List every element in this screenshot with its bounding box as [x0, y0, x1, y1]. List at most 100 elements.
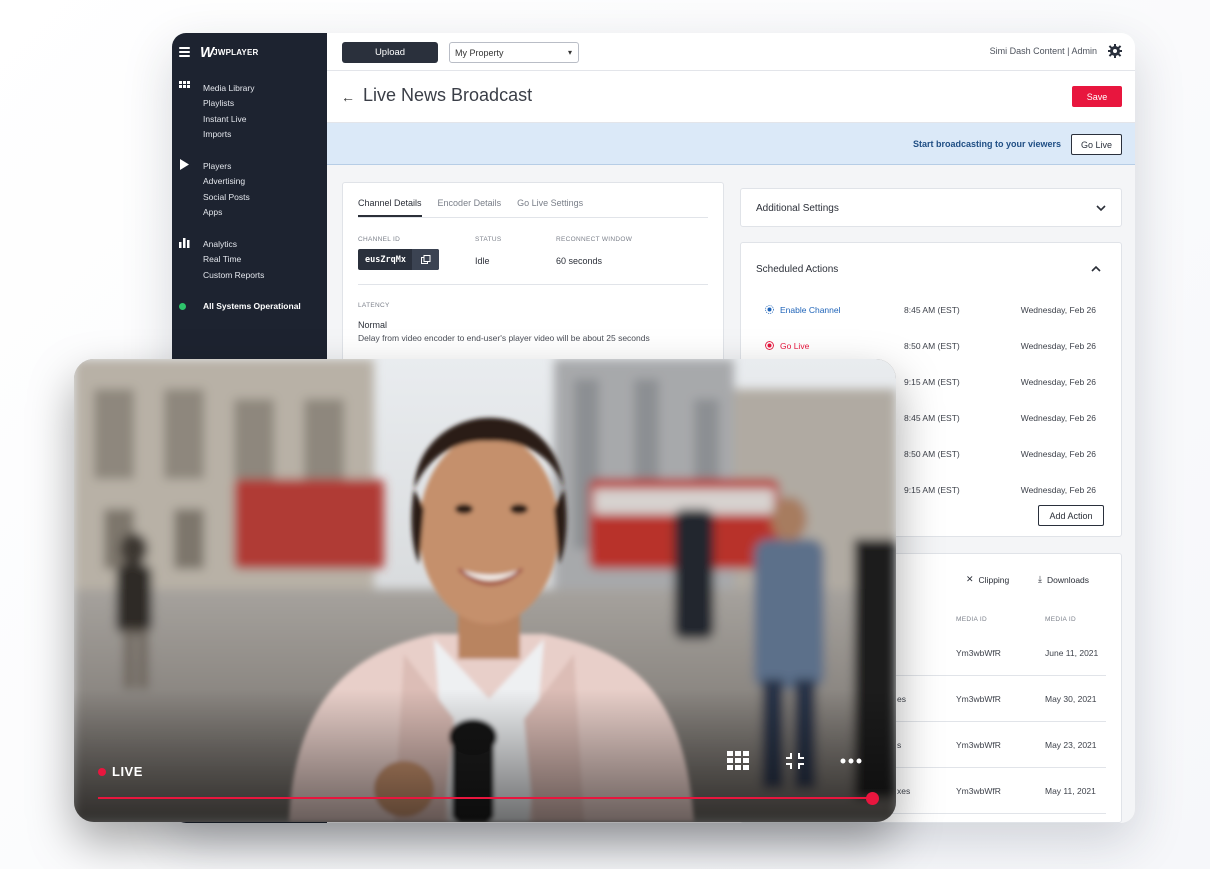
latency-label: LATENCY — [358, 302, 390, 309]
channel-id-value: eusZrqMx — [365, 254, 406, 265]
reconnect-value: 60 seconds — [556, 256, 603, 266]
action-date: Wednesday, Feb 26 — [1020, 305, 1096, 315]
live-badge: LIVE — [98, 764, 143, 779]
back-arrow-icon[interactable]: ← — [341, 89, 355, 105]
additional-settings-card[interactable]: Additional Settings — [740, 188, 1122, 227]
sidebar-item-social-posts[interactable]: Social Posts — [203, 192, 250, 202]
channel-id-label: CHANNEL ID — [358, 236, 401, 243]
divider — [358, 284, 708, 285]
sidebar-item-custom-reports[interactable]: Custom Reports — [203, 270, 264, 280]
cell-title: es — [897, 694, 906, 704]
play-icon — [180, 159, 189, 170]
live-dot-icon — [98, 767, 106, 776]
banner-text: Start broadcasting to your viewers — [912, 139, 1061, 149]
title-bar: ← Live News Broadcast Save — [327, 71, 1135, 123]
action-name: Enable Channel — [780, 305, 841, 315]
channel-tabs: Channel Details Encoder Details Go Live … — [358, 198, 583, 217]
sidebar-item-media-library[interactable]: Media Library — [203, 83, 255, 93]
tab-channel-details[interactable]: Channel Details — [358, 198, 422, 217]
top-bar: Upload My Property ▾ Simi Dash Content |… — [327, 33, 1135, 71]
reconnect-label: RECONNECT WINDOW — [556, 236, 633, 243]
copy-icon — [420, 254, 430, 264]
progress-bar[interactable] — [98, 792, 879, 805]
download-icon: ⤓ — [1038, 574, 1042, 584]
cell-date: June 11, 2021 — [1045, 648, 1099, 658]
copy-button[interactable] — [412, 249, 439, 270]
latency-value: Normal — [358, 320, 388, 330]
cell-media-id: Ym3wbWfR — [956, 740, 1001, 750]
jwplayer-logo[interactable]: W JWPLAYER — [200, 44, 259, 61]
action-time: 8:45 AM (EST) — [904, 413, 960, 423]
column-header-media-id: MEDIA ID — [956, 616, 987, 623]
gear-icon[interactable] — [1108, 44, 1122, 58]
status-value: Idle — [475, 256, 490, 266]
tab-encoder-details[interactable]: Encoder Details — [438, 198, 502, 217]
action-date: Wednesday, Feb 26 — [1020, 377, 1096, 387]
save-button[interactable]: Save — [1072, 86, 1122, 107]
action-time: 8:50 AM (EST) — [904, 341, 960, 351]
tabs-divider — [358, 217, 708, 218]
column-header-media-id-2: MEDIA ID — [1045, 616, 1076, 623]
go-live-icon — [765, 341, 774, 350]
go-live-banner: Start broadcasting to your viewers Go Li… — [327, 123, 1135, 165]
chevron-up-icon[interactable] — [1091, 265, 1101, 273]
scissors-icon: ✕ — [966, 574, 974, 584]
action-name: Go Live — [780, 341, 810, 351]
chevron-down-icon[interactable] — [1096, 204, 1106, 212]
go-live-button[interactable]: Go Live — [1071, 134, 1122, 155]
bar-chart-icon — [179, 238, 190, 248]
video-frame-image — [74, 359, 896, 822]
grid-view-icon[interactable] — [726, 750, 752, 772]
system-status[interactable]: All Systems Operational — [203, 301, 301, 311]
status-dot-icon — [179, 303, 186, 310]
cell-title: s — [897, 740, 902, 750]
cell-date: May 23, 2021 — [1045, 740, 1097, 750]
sidebar-item-instant-live[interactable]: Instant Live — [203, 114, 246, 124]
progress-knob[interactable] — [866, 792, 879, 805]
action-date: Wednesday, Feb 26 — [1020, 413, 1096, 423]
property-select-value: My Property — [455, 47, 504, 58]
enable-channel-icon — [765, 305, 774, 314]
sidebar-item-imports[interactable]: Imports — [203, 129, 231, 139]
grid-icon — [179, 81, 190, 88]
add-action-button[interactable]: Add Action — [1038, 505, 1104, 526]
action-time: 9:15 AM (EST) — [904, 485, 960, 495]
progress-fill — [98, 797, 872, 799]
cell-date: May 30, 2021 — [1045, 694, 1097, 704]
cell-date: May 11, 2021 — [1045, 786, 1096, 796]
cell-title: xes — [897, 786, 911, 796]
channel-details-card: Channel Details Encoder Details Go Live … — [342, 182, 724, 382]
scheduled-action-row[interactable]: Enable Channel 8:45 AM (EST) Wednesday, … — [756, 292, 1106, 328]
stage: W JWPLAYER Media Library Playlists Insta… — [0, 0, 1210, 869]
live-label: LIVE — [112, 764, 143, 779]
exit-fullscreen-icon[interactable] — [782, 750, 808, 772]
property-select[interactable]: My Property ▾ — [449, 42, 579, 63]
channel-id-badge: eusZrqMx — [358, 249, 439, 270]
sidebar-header: W JWPLAYER — [172, 33, 327, 71]
logo-word: JWPLAYER — [213, 47, 259, 57]
sidebar-item-apps[interactable]: Apps — [203, 207, 222, 217]
clipping-label: Clipping — [978, 574, 1010, 585]
upload-button[interactable]: Upload — [342, 42, 438, 63]
page-title: Live News Broadcast — [363, 85, 533, 105]
clipping-button[interactable]: ✕ Clipping — [966, 574, 1009, 585]
downloads-button[interactable]: ⤓ Downloads — [1038, 574, 1089, 585]
more-options-icon[interactable] — [838, 750, 864, 772]
sidebar-item-players[interactable]: Players — [203, 161, 231, 171]
hamburger-menu-icon[interactable] — [179, 47, 190, 57]
sidebar-item-playlists[interactable]: Playlists — [203, 98, 234, 108]
latency-description: Delay from video encoder to end-user's p… — [358, 333, 650, 343]
logo-mark: W — [200, 43, 214, 61]
tab-go-live-settings[interactable]: Go Live Settings — [517, 198, 583, 217]
cell-media-id: Ym3wbWfR — [956, 786, 1001, 796]
video-player[interactable]: LIVE — [74, 359, 896, 822]
action-time: 8:45 AM (EST) — [904, 305, 960, 315]
sidebar-item-analytics[interactable]: Analytics — [203, 239, 237, 249]
org-label[interactable]: Simi Dash Content | Admin — [990, 46, 1097, 56]
chevron-down-icon: ▾ — [567, 48, 572, 57]
additional-settings-title: Additional Settings — [756, 203, 839, 214]
sidebar-item-advertising[interactable]: Advertising — [203, 176, 245, 186]
action-date: Wednesday, Feb 26 — [1020, 485, 1096, 495]
sidebar-item-real-time[interactable]: Real Time — [203, 254, 241, 264]
scheduled-actions-title: Scheduled Actions — [756, 264, 839, 275]
